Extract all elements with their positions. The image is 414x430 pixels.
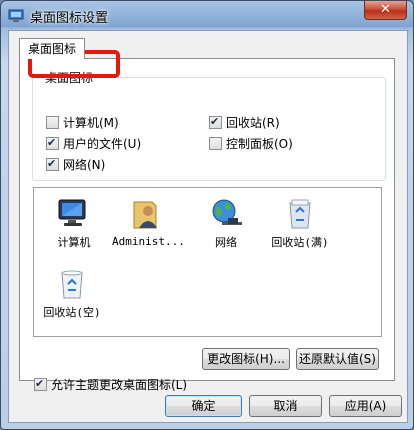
close-button[interactable]: ✕ (364, 1, 407, 20)
apply-button[interactable]: 应用(A) (329, 395, 402, 417)
desktop-settings-icon (8, 9, 24, 22)
recycle-bin-empty-icon (61, 270, 83, 299)
list-item-user-folder[interactable]: Administ... (112, 198, 185, 248)
network-globe-icon (212, 199, 242, 225)
list-item-recycle-bin-empty[interactable]: 回收站(空) (38, 268, 106, 320)
list-item-network[interactable]: 网络 (192, 198, 260, 250)
list-item-label: 回收站(空) (43, 306, 101, 319)
checkbox-user-files[interactable]: 用户的文件(U) (46, 135, 142, 152)
window-title: 桌面图标设置 (30, 11, 109, 26)
checkbox-allow-themes[interactable]: 允许主题更改桌面图标(L) (34, 376, 188, 393)
close-icon: ✕ (380, 2, 391, 17)
ok-button[interactable]: 确定 (165, 395, 242, 417)
checkbox-control-panel[interactable]: 控制面板(O) (209, 136, 293, 152)
checkbox-network[interactable]: 网络(N) (46, 156, 106, 173)
tab-desktop-icons[interactable]: 桌面图标 (19, 38, 86, 59)
list-item-label: 回收站(满) (271, 236, 329, 249)
checkbox-box[interactable] (46, 135, 59, 151)
change-icon-button[interactable]: 更改图标(H)... (202, 348, 290, 370)
dialog-client-area: 桌面图标 桌面图标 计算机(M) 回收站(R) 用户的文件(U) 控制面板(O)… (8, 30, 408, 423)
checkbox-user-files-label: 用户的文件(U) (63, 137, 142, 151)
list-item-computer[interactable]: 计算机 (40, 198, 108, 250)
cancel-button[interactable]: 取消 (249, 395, 322, 417)
checkbox-box[interactable] (209, 114, 222, 130)
computer-icon (58, 199, 86, 226)
list-item-recycle-bin-full[interactable]: 回收站(满) (266, 198, 334, 250)
checkbox-control-panel-label: 控制面板(O) (226, 137, 293, 151)
icon-list-view[interactable]: 计算机 Administ... 网络 回收站(满) 回收站(空) (33, 187, 382, 337)
list-item-label: 网络 (215, 236, 237, 249)
checkbox-box[interactable] (46, 156, 59, 172)
title-bar[interactable]: 桌面图标设置 ✕ (1, 1, 413, 29)
list-item-label: 计算机 (57, 236, 91, 249)
recycle-bin-full-icon (289, 199, 311, 229)
desktop-icon-settings-window: 桌面图标设置 ✕ 桌面图标 桌面图标 计算机(M) 回收站(R) 用户的文件(U… (0, 0, 414, 430)
checkbox-box[interactable] (46, 116, 59, 129)
checkbox-computer[interactable]: 计算机(M) (46, 115, 119, 131)
checkbox-allow-themes-label: 允许主题更改桌面图标(L) (51, 378, 188, 392)
checkbox-box[interactable] (209, 137, 222, 150)
checkbox-box[interactable] (34, 376, 47, 392)
user-folder-icon (133, 201, 157, 229)
tab-panel: 桌面图标 计算机(M) 回收站(R) 用户的文件(U) 控制面板(O) 网络(N… (19, 58, 395, 392)
checkbox-recycle-bin[interactable]: 回收站(R) (209, 114, 280, 131)
restore-default-button[interactable]: 还原默认值(S) (296, 348, 379, 370)
checkbox-recycle-bin-label: 回收站(R) (226, 116, 280, 130)
list-item-label: Administ... (112, 235, 185, 248)
checkbox-network-label: 网络(N) (63, 158, 106, 172)
checkbox-computer-label: 计算机(M) (63, 116, 119, 130)
